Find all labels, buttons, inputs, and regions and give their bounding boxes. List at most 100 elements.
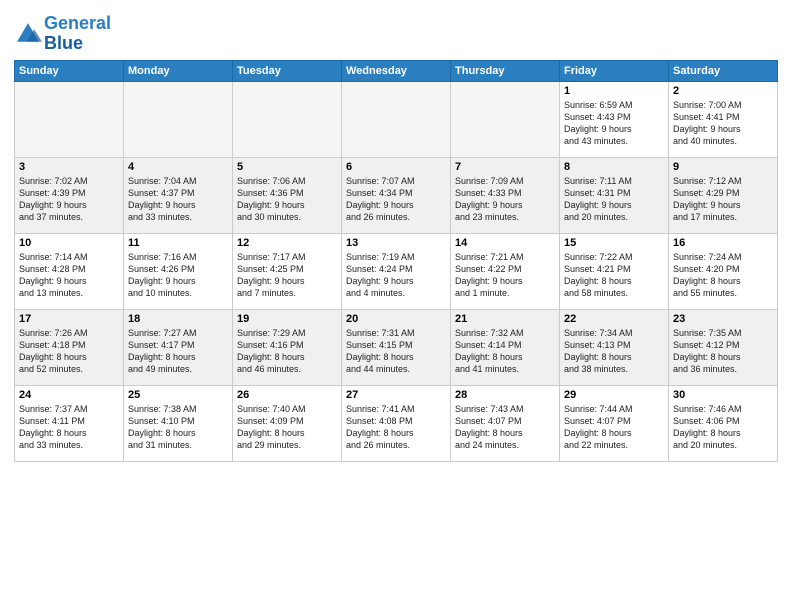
weekday-header-wednesday: Wednesday	[342, 60, 451, 81]
day-number: 20	[346, 313, 446, 325]
day-info: Sunrise: 7:11 AM Sunset: 4:31 PM Dayligh…	[564, 175, 664, 224]
day-cell: 3Sunrise: 7:02 AM Sunset: 4:39 PM Daylig…	[15, 157, 124, 233]
day-info: Sunrise: 7:44 AM Sunset: 4:07 PM Dayligh…	[564, 403, 664, 452]
day-cell: 24 Sunrise: 7:37 AM Sunset: 4:11 PM Dayli…	[15, 385, 124, 461]
page: General Blue SundayMondayTuesdayWednesda…	[0, 0, 792, 612]
day-cell	[342, 81, 451, 157]
day-cell: 14 Sunrise: 7:21 AM Sunset: 4:22 PM Dayli…	[451, 233, 560, 309]
day-info: Sunrise: 7:19 AM Sunset: 4:24 PM Dayligh…	[346, 251, 446, 300]
day-info: Sunrise: 6:59 AM Sunset: 4:43 PM Dayligh…	[564, 99, 664, 148]
day-number: 18	[128, 313, 228, 325]
day-info: Sunrise: 7:31 AM Sunset: 4:15 PM Dayligh…	[346, 327, 446, 376]
day-cell: 5 Sunrise: 7:06 AM Sunset: 4:36 PM Daylig…	[233, 157, 342, 233]
day-cell: 28 Sunrise: 7:43 AM Sunset: 4:07 PM Dayli…	[451, 385, 560, 461]
day-number: 19	[237, 313, 337, 325]
day-cell: 8 Sunrise: 7:11 AM Sunset: 4:31 PM Daylig…	[560, 157, 669, 233]
day-info: Sunrise: 7:09 AM Sunset: 4:33 PM Dayligh…	[455, 175, 555, 224]
day-info: Sunrise: 7:37 AM Sunset: 4:11 PM Dayligh…	[19, 403, 119, 452]
day-cell: 15 Sunrise: 7:22 AM Sunset: 4:21 PM Dayli…	[560, 233, 669, 309]
week-row-3: 17 Sunrise: 7:26 AM Sunset: 4:18 PM Dayli…	[15, 309, 778, 385]
day-cell: 30 Sunrise: 7:46 AM Sunset: 4:06 PM Dayli…	[669, 385, 778, 461]
day-info: Sunrise: 7:27 AM Sunset: 4:17 PM Dayligh…	[128, 327, 228, 376]
day-info: Sunrise: 7:29 AM Sunset: 4:16 PM Dayligh…	[237, 327, 337, 376]
day-info: Sunrise: 7:12 AM Sunset: 4:29 PM Dayligh…	[673, 175, 773, 224]
day-info: Sunrise: 7:21 AM Sunset: 4:22 PM Dayligh…	[455, 251, 555, 300]
week-row-4: 24 Sunrise: 7:37 AM Sunset: 4:11 PM Dayli…	[15, 385, 778, 461]
day-cell: 29 Sunrise: 7:44 AM Sunset: 4:07 PM Dayli…	[560, 385, 669, 461]
day-number: 26	[237, 389, 337, 401]
day-info: Sunrise: 7:16 AM Sunset: 4:26 PM Dayligh…	[128, 251, 228, 300]
day-info: Sunrise: 7:35 AM Sunset: 4:12 PM Dayligh…	[673, 327, 773, 376]
day-cell	[451, 81, 560, 157]
day-info: Sunrise: 7:06 AM Sunset: 4:36 PM Dayligh…	[237, 175, 337, 224]
day-number: 5	[237, 161, 337, 173]
day-info: Sunrise: 7:14 AM Sunset: 4:28 PM Dayligh…	[19, 251, 119, 300]
weekday-header-monday: Monday	[124, 60, 233, 81]
day-cell: 26 Sunrise: 7:40 AM Sunset: 4:09 PM Dayli…	[233, 385, 342, 461]
day-info: Sunrise: 7:26 AM Sunset: 4:18 PM Dayligh…	[19, 327, 119, 376]
day-number: 24	[19, 389, 119, 401]
calendar-table: SundayMondayTuesdayWednesdayThursdayFrid…	[14, 60, 778, 462]
day-info: Sunrise: 7:43 AM Sunset: 4:07 PM Dayligh…	[455, 403, 555, 452]
day-info: Sunrise: 7:46 AM Sunset: 4:06 PM Dayligh…	[673, 403, 773, 452]
day-info: Sunrise: 7:00 AM Sunset: 4:41 PM Dayligh…	[673, 99, 773, 148]
day-info: Sunrise: 7:04 AM Sunset: 4:37 PM Dayligh…	[128, 175, 228, 224]
weekday-header-friday: Friday	[560, 60, 669, 81]
day-number: 7	[455, 161, 555, 173]
day-number: 15	[564, 237, 664, 249]
day-number: 1	[564, 85, 664, 97]
day-number: 13	[346, 237, 446, 249]
day-cell: 7 Sunrise: 7:09 AM Sunset: 4:33 PM Daylig…	[451, 157, 560, 233]
day-number: 29	[564, 389, 664, 401]
day-cell: 1 Sunrise: 6:59 AM Sunset: 4:43 PM Daylig…	[560, 81, 669, 157]
day-info: Sunrise: 7:41 AM Sunset: 4:08 PM Dayligh…	[346, 403, 446, 452]
day-number: 25	[128, 389, 228, 401]
week-row-2: 10 Sunrise: 7:14 AM Sunset: 4:28 PM Dayli…	[15, 233, 778, 309]
day-info: Sunrise: 7:24 AM Sunset: 4:20 PM Dayligh…	[673, 251, 773, 300]
weekday-header-saturday: Saturday	[669, 60, 778, 81]
logo-text: General Blue	[44, 14, 111, 54]
day-number: 27	[346, 389, 446, 401]
day-cell: 4 Sunrise: 7:04 AM Sunset: 4:37 PM Daylig…	[124, 157, 233, 233]
day-cell: 17 Sunrise: 7:26 AM Sunset: 4:18 PM Dayli…	[15, 309, 124, 385]
day-info: Sunrise: 7:38 AM Sunset: 4:10 PM Dayligh…	[128, 403, 228, 452]
day-cell: 27 Sunrise: 7:41 AM Sunset: 4:08 PM Dayli…	[342, 385, 451, 461]
day-cell: 22 Sunrise: 7:34 AM Sunset: 4:13 PM Dayli…	[560, 309, 669, 385]
day-info: Sunrise: 7:34 AM Sunset: 4:13 PM Dayligh…	[564, 327, 664, 376]
day-number: 10	[19, 237, 119, 249]
day-info: Sunrise: 7:40 AM Sunset: 4:09 PM Dayligh…	[237, 403, 337, 452]
day-number: 23	[673, 313, 773, 325]
day-info: Sunrise: 7:22 AM Sunset: 4:21 PM Dayligh…	[564, 251, 664, 300]
week-row-0: 1 Sunrise: 6:59 AM Sunset: 4:43 PM Daylig…	[15, 81, 778, 157]
day-cell: 12 Sunrise: 7:17 AM Sunset: 4:25 PM Dayli…	[233, 233, 342, 309]
day-number: 8	[564, 161, 664, 173]
day-cell: 6Sunrise: 7:07 AM Sunset: 4:34 PM Daylig…	[342, 157, 451, 233]
weekday-header-thursday: Thursday	[451, 60, 560, 81]
day-number: 11	[128, 237, 228, 249]
day-number: 12	[237, 237, 337, 249]
day-cell	[124, 81, 233, 157]
day-cell: 10 Sunrise: 7:14 AM Sunset: 4:28 PM Dayli…	[15, 233, 124, 309]
day-number: 3	[19, 161, 119, 173]
day-cell: 20 Sunrise: 7:31 AM Sunset: 4:15 PM Dayli…	[342, 309, 451, 385]
logo: General Blue	[14, 14, 111, 54]
day-number: 4	[128, 161, 228, 173]
day-number: 30	[673, 389, 773, 401]
day-number: 9	[673, 161, 773, 173]
day-cell	[15, 81, 124, 157]
weekday-header-tuesday: Tuesday	[233, 60, 342, 81]
day-cell: 9 Sunrise: 7:12 AM Sunset: 4:29 PM Daylig…	[669, 157, 778, 233]
day-number: 28	[455, 389, 555, 401]
day-number: 17	[19, 313, 119, 325]
day-info: Sunrise: 7:07 AM Sunset: 4:34 PM Dayligh…	[346, 175, 446, 224]
day-info: Sunrise: 7:32 AM Sunset: 4:14 PM Dayligh…	[455, 327, 555, 376]
day-cell: 23 Sunrise: 7:35 AM Sunset: 4:12 PM Dayli…	[669, 309, 778, 385]
weekday-header-sunday: Sunday	[15, 60, 124, 81]
day-number: 14	[455, 237, 555, 249]
day-number: 22	[564, 313, 664, 325]
day-number: 21	[455, 313, 555, 325]
day-cell: 2Sunrise: 7:00 AM Sunset: 4:41 PM Daylig…	[669, 81, 778, 157]
day-info: Sunrise: 7:17 AM Sunset: 4:25 PM Dayligh…	[237, 251, 337, 300]
day-cell: 18 Sunrise: 7:27 AM Sunset: 4:17 PM Dayli…	[124, 309, 233, 385]
day-cell: 21 Sunrise: 7:32 AM Sunset: 4:14 PM Dayli…	[451, 309, 560, 385]
